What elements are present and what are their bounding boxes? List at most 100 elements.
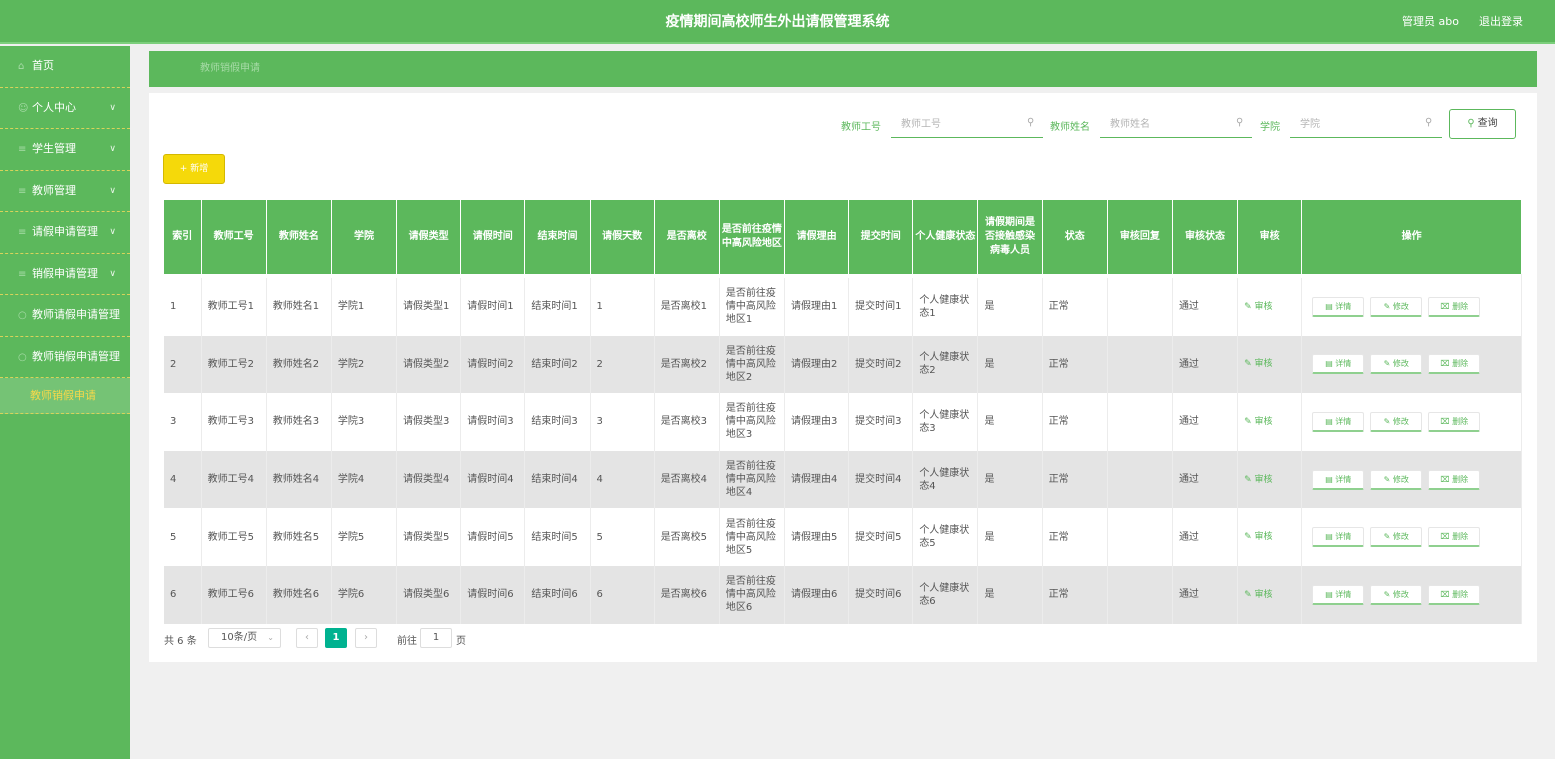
delete-button[interactable]: ⌧ 删除 bbox=[1428, 469, 1481, 490]
sidebar-item[interactable]: ≡ 销假申请管理 ∨ bbox=[0, 254, 130, 295]
cell-health: 个人健康状态4 bbox=[912, 450, 979, 509]
column-header: 教师姓名 bbox=[266, 200, 332, 274]
logout-link[interactable]: 退出登录 bbox=[1479, 0, 1523, 44]
edit-button[interactable]: ✎ 修改 bbox=[1370, 469, 1423, 490]
detail-button[interactable]: ▤ 详情 bbox=[1312, 296, 1365, 317]
cell-left-school: 是否离校3 bbox=[654, 393, 720, 451]
detail-button[interactable]: ▤ 详情 bbox=[1312, 354, 1365, 375]
sidebar-item[interactable]: ≡ 请假申请管理 ∨ bbox=[0, 212, 130, 254]
cell-college: 学院4 bbox=[331, 450, 398, 509]
page-size-select[interactable]: 10条/页 ⌄ bbox=[208, 628, 281, 648]
delete-button[interactable]: ⌧ 删除 bbox=[1428, 527, 1481, 548]
cell-contact: 是 bbox=[977, 278, 1043, 336]
cell-index: 6 bbox=[164, 565, 202, 624]
goto-suffix: 页 bbox=[456, 636, 466, 647]
cell-health: 个人健康状态2 bbox=[912, 335, 979, 394]
sidebar-item[interactable]: ⌂ 首页 bbox=[0, 46, 130, 88]
detail-button[interactable]: ▤ 详情 bbox=[1312, 469, 1365, 490]
audit-label: 审核 bbox=[1254, 416, 1273, 427]
goto-page-input[interactable]: 1 bbox=[420, 628, 452, 648]
cell-leave-time: 请假时间4 bbox=[460, 450, 526, 509]
cell-submit-time: 提交时间3 bbox=[848, 393, 914, 451]
next-page-button[interactable]: › bbox=[355, 628, 377, 648]
college-input[interactable] bbox=[1290, 112, 1442, 138]
table-row: 6 教师工号6 教师姓名6 学院6 请假类型6 请假时间6 结束时间6 6 是否离校6 是否前往疫… bbox=[164, 565, 1522, 624]
cell-left-school: 是否离校4 bbox=[654, 450, 720, 509]
edit-button[interactable]: ✎ 修改 bbox=[1370, 296, 1423, 317]
teacher-id-input[interactable] bbox=[891, 112, 1043, 138]
edit-button[interactable]: ✎ 修改 bbox=[1370, 354, 1423, 375]
sidebar-item[interactable]: ○ 教师销假申请管理 bbox=[0, 337, 130, 378]
audit-link[interactable]: ✎ 审核 bbox=[1244, 475, 1272, 485]
teacher-name-input[interactable] bbox=[1100, 112, 1252, 138]
cell-teacher-name: 教师姓名1 bbox=[266, 278, 332, 336]
audit-link[interactable]: ✎ 审核 bbox=[1244, 590, 1272, 600]
column-header: 提交时间 bbox=[848, 200, 914, 274]
home-icon: ⌂ bbox=[18, 61, 25, 72]
detail-label: 详情 bbox=[1335, 301, 1352, 311]
cell-leave-time: 请假时间5 bbox=[460, 508, 526, 566]
cell-status: 正常 bbox=[1042, 450, 1108, 509]
sidebar-item[interactable]: ≡ 学生管理 ∨ bbox=[0, 129, 130, 171]
cell-reply bbox=[1107, 450, 1173, 509]
add-button[interactable]: + 新增 bbox=[163, 154, 225, 184]
edit-button[interactable]: ✎ 修改 bbox=[1370, 584, 1423, 605]
cell-submit-time: 提交时间1 bbox=[848, 278, 914, 336]
sidebar-item-label: 销假申请管理 bbox=[32, 266, 98, 280]
table-header-row: 索引 教师工号 教师姓名 学院 请假类型 请假时间 结束时间 请假天数 是否离校 是否前往疫情中高… bbox=[164, 200, 1522, 274]
detail-label: 详情 bbox=[1335, 474, 1352, 484]
audit-link[interactable]: ✎ 审核 bbox=[1244, 532, 1272, 542]
sidebar-item[interactable]: ≡ 教师管理 ∨ bbox=[0, 171, 130, 212]
cell-status: 正常 bbox=[1042, 278, 1108, 336]
column-header: 索引 bbox=[164, 200, 202, 274]
detail-button[interactable]: ▤ 详情 bbox=[1312, 527, 1365, 548]
edit-button[interactable]: ✎ 修改 bbox=[1370, 411, 1423, 432]
delete-button[interactable]: ⌧ 删除 bbox=[1428, 354, 1481, 375]
cell-status: 正常 bbox=[1042, 335, 1108, 394]
sidebar-subitem-active[interactable]: 教师销假申请 bbox=[0, 378, 130, 414]
cell-audit: ✎ 审核 bbox=[1237, 278, 1303, 336]
cell-index: 2 bbox=[164, 335, 202, 394]
sidebar-item-label: 请假申请管理 bbox=[32, 225, 98, 238]
search-icon: ⚲ bbox=[1425, 117, 1433, 128]
audit-link[interactable]: ✎ 审核 bbox=[1244, 302, 1272, 312]
detail-button[interactable]: ▤ 详情 bbox=[1312, 584, 1365, 605]
cell-risk-area: 是否前往疫情中高风险地区1 bbox=[719, 278, 786, 336]
cell-contact: 是 bbox=[977, 335, 1043, 394]
edit-label: 修改 bbox=[1392, 359, 1409, 369]
cell-status: 正常 bbox=[1042, 393, 1108, 451]
cell-leave-time: 请假时间3 bbox=[460, 393, 526, 451]
cell-health: 个人健康状态3 bbox=[912, 393, 979, 451]
delete-button[interactable]: ⌧ 删除 bbox=[1428, 411, 1481, 432]
pencil-icon: ✎ bbox=[1383, 474, 1391, 484]
sidebar-item[interactable]: ○ 教师请假申请管理 bbox=[0, 295, 130, 337]
teacher-id-label: 教师工号 bbox=[841, 122, 881, 133]
cell-leave-time: 请假时间2 bbox=[460, 335, 526, 394]
current-page-button[interactable]: 1 bbox=[325, 628, 347, 648]
list-icon: ≡ bbox=[18, 144, 27, 155]
cell-college: 学院3 bbox=[331, 393, 398, 451]
delete-button[interactable]: ⌧ 删除 bbox=[1428, 296, 1481, 317]
audit-label: 审核 bbox=[1254, 532, 1273, 543]
detail-label: 详情 bbox=[1335, 416, 1352, 426]
trash-icon: ⌧ bbox=[1440, 359, 1450, 369]
cell-leave-type: 请假类型5 bbox=[396, 508, 462, 566]
document-icon: ▤ bbox=[1325, 532, 1333, 542]
cell-audit: ✎ 审核 bbox=[1237, 565, 1303, 624]
column-header: 审核回复 bbox=[1107, 200, 1173, 274]
detail-button[interactable]: ▤ 详情 bbox=[1312, 411, 1365, 432]
edit-button[interactable]: ✎ 修改 bbox=[1370, 527, 1423, 548]
cell-risk-area: 是否前往疫情中高风险地区5 bbox=[719, 508, 786, 566]
query-button[interactable]: ⚲ 查询 bbox=[1449, 109, 1516, 139]
audit-link[interactable]: ✎ 审核 bbox=[1244, 417, 1272, 427]
sidebar-item[interactable]: ☺ 个人中心 ∨ bbox=[0, 88, 130, 129]
document-icon: ▤ bbox=[1325, 359, 1333, 369]
pencil-icon: ✎ bbox=[1383, 416, 1391, 426]
audit-link[interactable]: ✎ 审核 bbox=[1244, 359, 1272, 369]
sidebar-item-label: 教师请假申请管理 bbox=[32, 308, 120, 321]
user-icon: ☺ bbox=[18, 102, 29, 114]
prev-page-button[interactable]: ‹ bbox=[296, 628, 318, 648]
delete-button[interactable]: ⌧ 删除 bbox=[1428, 584, 1481, 605]
column-header: 是否前往疫情中高风险地区 bbox=[719, 200, 786, 274]
breadcrumb[interactable]: 教师销假申请 bbox=[200, 51, 260, 87]
